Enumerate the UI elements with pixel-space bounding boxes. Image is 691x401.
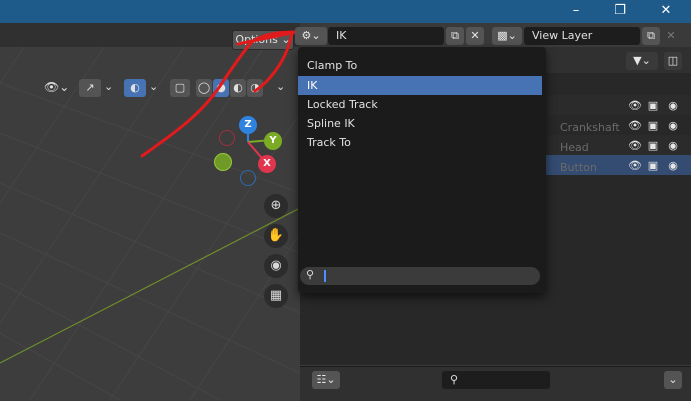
copy-icon[interactable]: ⧉	[446, 27, 464, 45]
monitor-icon[interactable]: ▣	[647, 100, 659, 112]
eye-icon[interactable]: 👁	[628, 140, 642, 152]
camera-icon[interactable]: ◉	[667, 160, 679, 172]
constraint-type-dropdown[interactable]: ⚙⌄	[295, 27, 327, 45]
title-bar	[0, 0, 691, 23]
menu-item-clamp-to[interactable]: Clamp To	[298, 56, 542, 75]
camera-icon[interactable]: ◉	[667, 100, 679, 112]
menu-item-locked-track[interactable]: Locked Track	[298, 95, 542, 114]
maximize-icon[interactable]: ❐	[610, 3, 630, 19]
outliner-row-label: Head	[560, 141, 589, 154]
visibility-icon[interactable]: 👁⌄	[44, 80, 69, 94]
close-icon[interactable]: ✕	[656, 3, 676, 19]
eye-icon[interactable]: 👁	[628, 160, 642, 172]
eye-icon[interactable]: 👁	[628, 120, 642, 132]
menu-item-spline-ik[interactable]: Spline IK	[298, 114, 542, 133]
monitor-icon[interactable]: ▣	[647, 140, 659, 152]
red-annotation-scribble	[140, 30, 296, 158]
gizmo-dropdown-icon[interactable]: ⌄	[104, 80, 113, 93]
zoom-icon[interactable]: ⊕	[264, 194, 288, 218]
axis-neg-z-handle[interactable]	[240, 170, 256, 186]
search-icon: ⚲	[306, 268, 315, 281]
camera-icon[interactable]: ◉	[667, 120, 679, 132]
remove-view-layer-icon[interactable]: ✕	[662, 27, 680, 45]
copy-view-layer-icon[interactable]: ⧉	[642, 27, 660, 45]
outliner-row-label: Button	[560, 161, 597, 174]
camera-view-icon[interactable]: ◉	[264, 254, 288, 278]
camera-icon[interactable]: ◉	[667, 140, 679, 152]
constraint-name-field[interactable]: IK	[328, 27, 444, 45]
monitor-icon[interactable]: ▣	[647, 160, 659, 172]
outliner-row-label: Crankshaft	[560, 121, 620, 134]
menu-item-ik[interactable]: IK	[298, 76, 542, 95]
clear-icon[interactable]: ✕	[466, 27, 484, 45]
filter-icon[interactable]: ▼⌄	[626, 52, 658, 70]
scene-selector-icon[interactable]: ▩⌄	[492, 27, 522, 45]
ortho-grid-icon[interactable]: ▦	[264, 284, 288, 308]
eye-icon[interactable]: 👁	[628, 100, 642, 112]
chevron-down-icon[interactable]: ⌄	[664, 371, 682, 389]
editor-type-icon[interactable]: ☷⌄	[312, 371, 340, 389]
properties-search[interactable]: ⚲	[442, 371, 550, 389]
minimize-icon[interactable]: –	[566, 3, 586, 19]
menu-search-input[interactable]: ⚲	[300, 267, 540, 285]
pan-hand-icon[interactable]: ✋	[264, 224, 288, 248]
menu-item-track-to[interactable]: Track To	[298, 133, 542, 152]
new-collection-icon[interactable]: ◫	[664, 52, 682, 70]
monitor-icon[interactable]: ▣	[647, 120, 659, 132]
gizmo-toggle-icon[interactable]: ↗	[79, 79, 101, 97]
text-cursor	[324, 270, 326, 282]
view-layer-field[interactable]: View Layer	[524, 27, 640, 45]
constraint-type-menu: Clamp To IK Locked Track Spline IK Track…	[298, 47, 546, 293]
